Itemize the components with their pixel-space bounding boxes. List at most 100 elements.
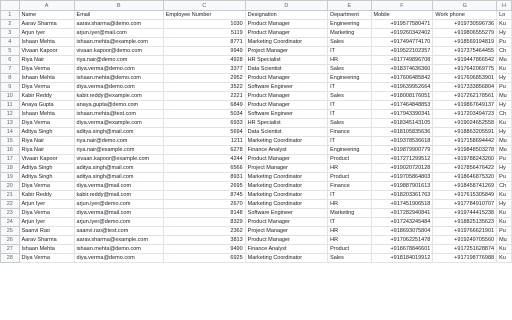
table-cell[interactable]: Mu: [496, 55, 512, 65]
table-cell[interactable]: Marketing Coordinator: [244, 199, 329, 209]
table-cell[interactable]: 6933: [162, 118, 246, 128]
table-cell[interactable]: Ishaan Mehta: [18, 244, 75, 254]
table-cell[interactable]: Ku: [496, 217, 512, 227]
table-cell[interactable]: Sales: [327, 91, 372, 101]
table-cell[interactable]: +919867649137: [432, 100, 498, 110]
table-cell[interactable]: Project Manager: [244, 46, 329, 56]
table-cell[interactable]: +919024652558: [432, 118, 498, 128]
table-cell[interactable]: +917464848853: [370, 100, 434, 110]
row-number[interactable]: 5: [0, 46, 20, 56]
table-cell[interactable]: Product: [327, 244, 372, 254]
column-header-h[interactable]: H: [496, 0, 512, 11]
table-cell[interactable]: Mu: [496, 145, 512, 155]
table-cell[interactable]: 8745: [162, 190, 246, 200]
table-cell[interactable]: 4244: [162, 154, 246, 164]
row-number[interactable]: 25: [0, 226, 20, 236]
row-number[interactable]: 19: [0, 172, 20, 182]
row-number[interactable]: 2: [0, 19, 20, 29]
header-cell[interactable]: Email: [73, 10, 164, 20]
table-cell[interactable]: +919705864803: [370, 172, 434, 182]
table-cell[interactable]: +919744415238: [432, 208, 498, 218]
table-cell[interactable]: diya.verma@example.com: [73, 118, 164, 128]
table-cell[interactable]: Pu: [496, 154, 512, 164]
column-header-e[interactable]: E: [327, 0, 372, 11]
header-cell[interactable]: Designation: [244, 10, 329, 20]
table-cell[interactable]: +918863205591: [432, 127, 498, 137]
table-cell[interactable]: Hy: [496, 28, 512, 38]
table-cell[interactable]: 6278: [162, 145, 246, 155]
table-cell[interactable]: vivaan.kapoor@demo.com: [73, 46, 164, 56]
table-cell[interactable]: Arjun Iyer: [18, 217, 75, 227]
table-cell[interactable]: Software Engineer: [244, 208, 329, 218]
row-number[interactable]: 8: [0, 73, 20, 83]
table-cell[interactable]: Mu: [496, 235, 512, 245]
table-cell[interactable]: Hy: [496, 127, 512, 137]
table-cell[interactable]: Ku: [496, 244, 512, 254]
table-cell[interactable]: Product Manager: [244, 28, 329, 38]
table-cell[interactable]: 6566: [162, 163, 246, 173]
table-cell[interactable]: anaya.gupta@demo.com: [73, 100, 164, 110]
row-number[interactable]: 3: [0, 28, 20, 38]
table-cell[interactable]: Finance Analyst: [244, 244, 329, 254]
table-cell[interactable]: Sales: [327, 64, 372, 74]
table-cell[interactable]: saanvi.rao@test.com: [73, 226, 164, 236]
table-cell[interactable]: Engineering: [327, 73, 372, 83]
header-cell[interactable]: Employee Number: [162, 10, 246, 20]
table-cell[interactable]: 2362: [162, 226, 246, 236]
table-cell[interactable]: 1030: [162, 19, 246, 29]
table-cell[interactable]: Kabir Reddy: [18, 91, 75, 101]
table-cell[interactable]: +918203361763: [370, 190, 434, 200]
table-cell[interactable]: Riya Nair: [18, 55, 75, 65]
table-cell[interactable]: +917749896708: [370, 55, 434, 65]
table-cell[interactable]: diya.verma@mail.com: [73, 208, 164, 218]
table-cell[interactable]: Project Manager: [244, 163, 329, 173]
table-cell[interactable]: +919447866542: [432, 55, 498, 65]
table-cell[interactable]: +919020720128: [370, 163, 434, 173]
table-cell[interactable]: +917203494723: [432, 109, 498, 119]
table-cell[interactable]: Sales: [327, 253, 372, 263]
table-cell[interactable]: +917251628874: [432, 244, 498, 254]
table-cell[interactable]: Riya Nair: [18, 145, 75, 155]
table-cell[interactable]: IT: [327, 100, 372, 110]
table-cell[interactable]: +919249705560: [432, 235, 498, 245]
table-cell[interactable]: +919879900779: [370, 145, 434, 155]
table-cell[interactable]: 5694: [162, 127, 246, 137]
header-cell[interactable]: Mobile: [370, 10, 434, 20]
row-number[interactable]: 23: [0, 208, 20, 218]
table-cell[interactable]: diya.verma@mail.com: [73, 181, 164, 191]
table-cell[interactable]: HR: [327, 199, 372, 209]
table-cell[interactable]: Engineering: [327, 145, 372, 155]
table-cell[interactable]: +917943390341: [370, 109, 434, 119]
table-cell[interactable]: Ku: [496, 118, 512, 128]
table-cell[interactable]: Marketing: [327, 208, 372, 218]
table-cell[interactable]: ishaan.mehta@example.com: [73, 37, 164, 47]
table-cell[interactable]: Hy: [496, 199, 512, 209]
table-cell[interactable]: Pu: [496, 172, 512, 182]
table-cell[interactable]: Hy: [496, 100, 512, 110]
table-cell[interactable]: kabir.reddy@mail.com: [73, 190, 164, 200]
table-cell[interactable]: Ishaan Mehta: [18, 37, 75, 47]
table-cell[interactable]: +917606853901: [432, 73, 498, 83]
table-cell[interactable]: Saanvi Rao: [18, 226, 75, 236]
table-cell[interactable]: IT: [327, 190, 372, 200]
table-cell[interactable]: IT: [327, 82, 372, 92]
table-cell[interactable]: diya.verma@demo.com: [73, 253, 164, 263]
table-cell[interactable]: 8771: [162, 37, 246, 47]
row-number[interactable]: 15: [0, 136, 20, 146]
table-cell[interactable]: Finance: [327, 181, 372, 191]
table-cell[interactable]: 4928: [162, 55, 246, 65]
table-cell[interactable]: 2221: [162, 91, 246, 101]
row-number[interactable]: 20: [0, 181, 20, 191]
table-cell[interactable]: Marketing Coordinator: [244, 136, 329, 146]
row-number[interactable]: 21: [0, 190, 20, 200]
table-cell[interactable]: +919788243260: [432, 154, 498, 164]
row-number[interactable]: 6: [0, 55, 20, 65]
table-cell[interactable]: Pu: [496, 226, 512, 236]
table-cell[interactable]: Marketing Coordinator: [244, 181, 329, 191]
table-cell[interactable]: 3813: [162, 235, 246, 245]
table-cell[interactable]: +917198776988: [432, 253, 498, 263]
table-cell[interactable]: Data Scientist: [244, 127, 329, 137]
table-cell[interactable]: Aditya Singh: [18, 172, 75, 182]
table-cell[interactable]: vivaan.kapoor@example.com: [73, 154, 164, 164]
column-header-g[interactable]: G: [432, 0, 498, 11]
